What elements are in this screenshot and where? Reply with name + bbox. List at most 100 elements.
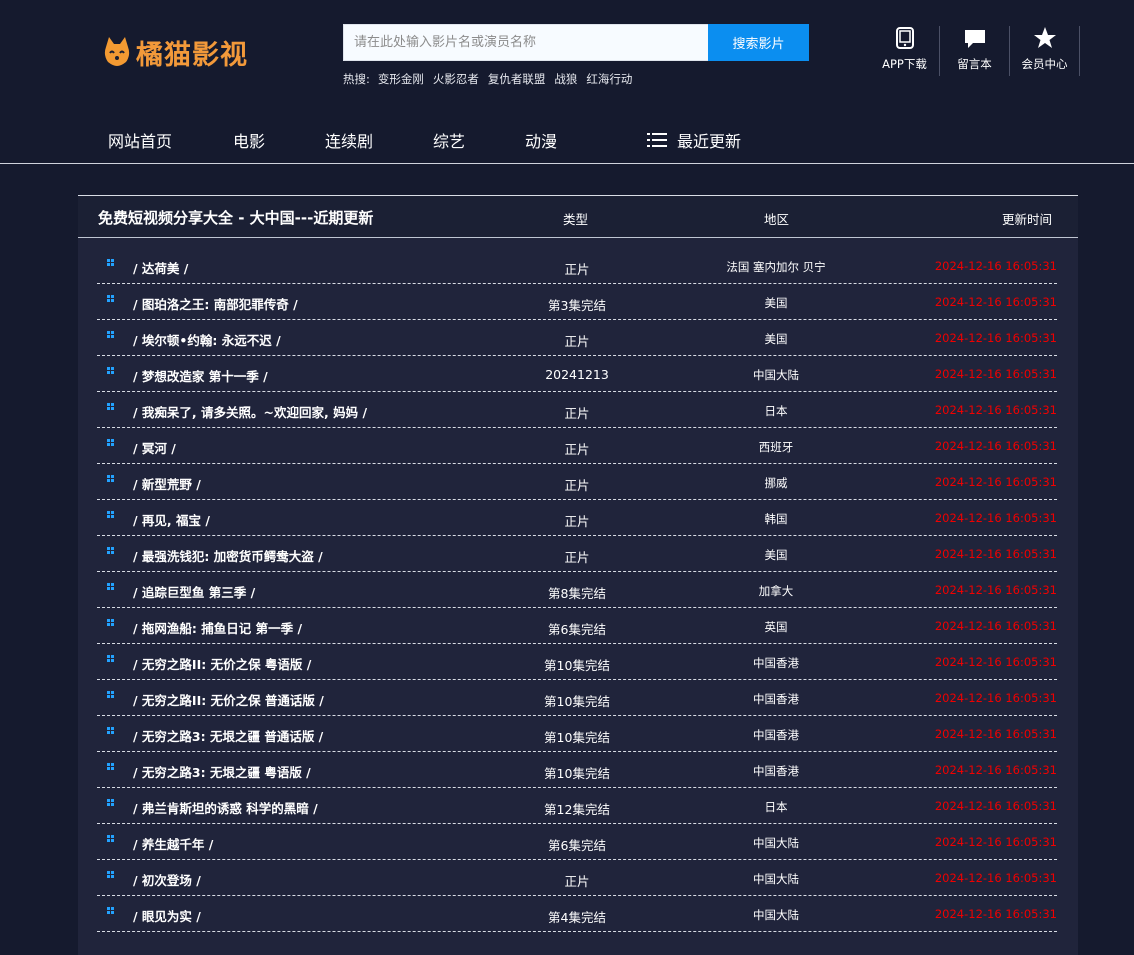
tablet-icon [895,27,914,49]
table-row[interactable]: / 新型荒野 / 正片 挪威 2024-12-16 16:05:31 [97,464,1057,500]
video-title[interactable]: / 无穷之路3: 无垠之疆 普通话版 / [133,726,323,745]
video-area: 中国大陆 [753,368,799,382]
bullet-icon [107,331,114,338]
app-download-button[interactable]: APP下载 [870,26,940,76]
bullet-icon [107,511,114,518]
bullet-icon [107,619,114,626]
video-area: 日本 [764,800,788,814]
video-title[interactable]: / 埃尔顿•约翰: 永远不迟 / [133,330,281,349]
logo-text: 橘猫影视 [136,39,248,71]
table-row[interactable]: / 最强洗钱犯: 加密货币鳄鸯大盗 / 正片 美国 2024-12-16 16:05:… [97,536,1057,572]
bullet-icon [107,259,114,266]
bullet-icon [107,835,114,842]
member-center-button[interactable]: 会员中心 [1010,26,1080,76]
video-type: 第12集完结 [544,802,610,817]
nav-movie[interactable]: 电影 [233,128,265,152]
hot-search-item[interactable]: 变形金刚 [378,71,424,89]
update-time: 2024-12-16 16:05:31 [934,511,1057,525]
video-title[interactable]: / 我痴呆了, 请多关照。~欢迎回家, 妈妈 / [133,402,367,421]
star-icon [1033,27,1056,48]
video-area: 中国大陆 [753,872,799,886]
nav-home[interactable]: 网站首页 [108,128,172,152]
video-area: 韩国 [764,512,788,526]
table-row[interactable]: / 再见, 福宝 / 正片 韩国 2024-12-16 16:05:31 [97,500,1057,536]
search-button[interactable]: 搜索影片 [708,24,809,61]
video-area: 法国 塞内加尔 贝宁 [726,260,826,274]
video-title[interactable]: / 追踪巨型鱼 第三季 / [133,582,255,601]
video-title[interactable]: / 新型荒野 / [133,474,201,493]
table-row[interactable]: / 达荷美 / 正片 法国 塞内加尔 贝宁 2024-12-16 16:05:31 [97,248,1057,284]
guestbook-button[interactable]: 留言本 [940,26,1010,76]
hot-search-item[interactable]: 战狼 [554,71,577,89]
bullet-icon [107,475,114,482]
table-row[interactable]: / 埃尔顿•约翰: 永远不迟 / 正片 美国 2024-12-16 16:05:31 [97,320,1057,356]
video-area: 中国大陆 [753,836,799,850]
video-title[interactable]: / 达荷美 / [133,258,188,277]
column-type-header: 类型 [563,212,589,227]
video-title[interactable]: / 弗兰肯斯坦的诱惑 科学的黑暗 / [133,798,318,817]
video-area: 美国 [764,332,788,346]
video-type: 第6集完结 [548,622,606,637]
table-row[interactable]: / 梦想改造家 第十一季 / 20241213 中国大陆 2024-12-16 16:… [97,356,1057,392]
bullet-icon [107,295,114,302]
video-title[interactable]: / 初次登场 / [133,870,201,889]
hot-search-item[interactable]: 复仇者联盟 [488,71,546,89]
video-title[interactable]: / 眼见为实 / [133,906,201,925]
column-area-header: 地区 [764,212,790,227]
table-row[interactable]: / 无穷之路II: 无价之保 粤语版 / 第10集完结 中国香港 2024-12-16… [97,644,1057,680]
video-title[interactable]: / 拖网渔船: 捕鱼日记 第一季 / [133,618,302,637]
hot-search-label: 热搜: [343,72,370,86]
video-title[interactable]: / 无穷之路II: 无价之保 粤语版 / [133,654,311,673]
video-type: 第8集完结 [548,586,606,601]
video-title[interactable]: / 梦想改造家 第十一季 / [133,366,268,385]
video-type: 正片 [564,874,590,889]
video-type: 正片 [564,550,590,565]
video-title[interactable]: / 冥河 / [133,438,176,457]
table-row[interactable]: / 眼见为实 / 第4集完结 中国大陆 2024-12-16 16:05:31 [97,896,1057,932]
site-logo[interactable]: 橘猫影视 [102,30,252,74]
nav-anime[interactable]: 动漫 [525,128,557,152]
update-time: 2024-12-16 16:05:31 [934,295,1057,309]
hot-search-item[interactable]: 火影忍者 [433,71,479,89]
update-time: 2024-12-16 16:05:31 [934,727,1057,741]
update-time: 2024-12-16 16:05:31 [934,475,1057,489]
video-area: 西班牙 [758,440,794,454]
bullet-icon [107,691,114,698]
table-row[interactable]: / 无穷之路3: 无垠之疆 粤语版 / 第10集完结 中国香港 2024-12-16 … [97,752,1057,788]
video-area: 美国 [764,548,788,562]
search-input[interactable] [343,24,709,61]
table-row[interactable]: / 追踪巨型鱼 第三季 / 第8集完结 加拿大 2024-12-16 16:05:31 [97,572,1057,608]
video-title[interactable]: / 最强洗钱犯: 加密货币鳄鸯大盗 / [133,546,323,565]
site-header: 橘猫影视 搜索影片 热搜: 变形金刚 火影忍者 复仇者联盟 战狼 红海行动 AP… [0,0,1134,164]
table-row[interactable]: / 弗兰肯斯坦的诱惑 科学的黑暗 / 第12集完结 日本 2024-12-16 16:… [97,788,1057,824]
table-row[interactable]: / 养生越千年 / 第6集完结 中国大陆 2024-12-16 16:05:31 [97,824,1057,860]
video-area: 中国香港 [753,656,799,670]
video-area: 挪威 [764,476,788,490]
hot-search-item[interactable]: 红海行动 [586,71,632,89]
table-row[interactable]: / 我痴呆了, 请多关照。~欢迎回家, 妈妈 / 正片 日本 2024-12-16 1… [97,392,1057,428]
video-title[interactable]: / 养生越千年 / [133,834,213,853]
table-row[interactable]: / 初次登场 / 正片 中国大陆 2024-12-16 16:05:31 [97,860,1057,896]
table-row[interactable]: / 冥河 / 正片 西班牙 2024-12-16 16:05:31 [97,428,1057,464]
nav-variety[interactable]: 综艺 [433,128,465,152]
list-icon [647,133,667,147]
table-row[interactable]: / 图珀洛之王: 南部犯罪传奇 / 第3集完结 美国 2024-12-16 16:05… [97,284,1057,320]
bullet-icon [107,547,114,554]
table-row[interactable]: / 无穷之路3: 无垠之疆 普通话版 / 第10集完结 中国香港 2024-12-16… [97,716,1057,752]
table-row[interactable]: / 无穷之路II: 无价之保 普通话版 / 第10集完结 中国香港 2024-12-1… [97,680,1057,716]
nav-series[interactable]: 连续剧 [325,128,373,152]
nav-recent-updates[interactable]: 最近更新 [647,128,741,152]
member-center-label: 会员中心 [1021,57,1068,71]
video-area: 中国大陆 [753,908,799,922]
video-title[interactable]: / 再见, 福宝 / [133,510,210,529]
bullet-icon [107,583,114,590]
update-time: 2024-12-16 16:05:31 [934,331,1057,345]
update-time: 2024-12-16 16:05:31 [934,583,1057,597]
bullet-icon [107,403,114,410]
update-time: 2024-12-16 16:05:31 [934,259,1057,273]
table-row[interactable]: / 拖网渔船: 捕鱼日记 第一季 / 第6集完结 英国 2024-12-16 16:0… [97,608,1057,644]
update-time: 2024-12-16 16:05:31 [934,907,1057,921]
video-title[interactable]: / 图珀洛之王: 南部犯罪传奇 / [133,294,298,313]
video-title[interactable]: / 无穷之路3: 无垠之疆 粤语版 / [133,762,311,781]
video-title[interactable]: / 无穷之路II: 无价之保 普通话版 / [133,690,324,709]
